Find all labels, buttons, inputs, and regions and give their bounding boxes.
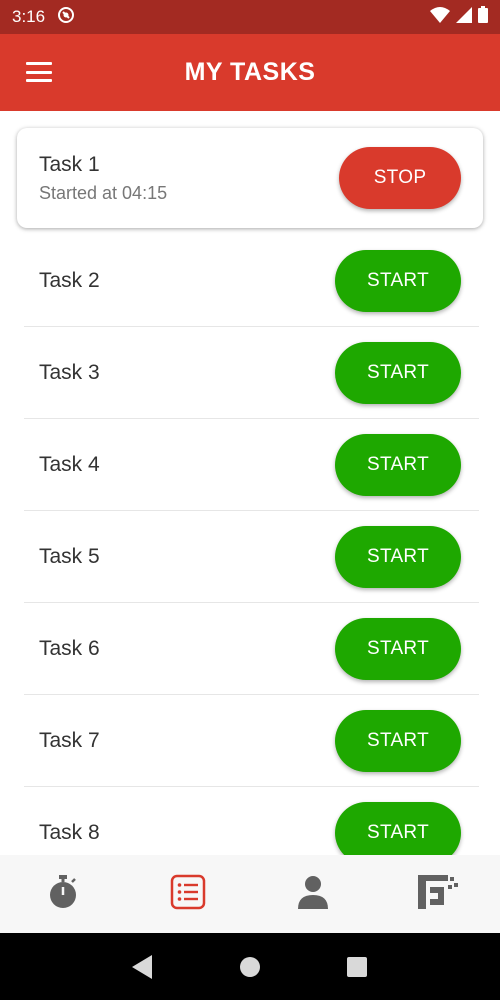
start-button[interactable]: START <box>335 802 461 855</box>
signal-icon <box>456 6 472 28</box>
task-name: Task 2 <box>39 269 100 292</box>
logo-icon <box>417 874 458 914</box>
nav-tasks[interactable] <box>125 855 250 933</box>
list-item: Task 3 START <box>24 327 479 419</box>
list-item: Task 6 START <box>24 603 479 695</box>
battery-icon <box>478 6 488 28</box>
nav-timer[interactable] <box>0 855 125 933</box>
app-bar: MY TASKS <box>0 34 500 111</box>
task-name: Task 4 <box>39 453 100 476</box>
bottom-nav <box>0 855 500 933</box>
list-item: Task 8 START <box>24 787 479 855</box>
task-name: Task 5 <box>39 545 100 568</box>
list-item: Task 7 START <box>24 695 479 787</box>
back-icon[interactable] <box>123 947 163 987</box>
person-icon <box>297 875 329 914</box>
start-button[interactable]: START <box>335 526 461 588</box>
start-button[interactable]: START <box>335 250 461 312</box>
task-name: Task 6 <box>39 637 100 660</box>
page-title: MY TASKS <box>184 58 316 86</box>
recents-icon[interactable] <box>337 947 377 987</box>
task-name: Task 1 <box>39 152 100 176</box>
list-item: Task 4 START <box>24 419 479 511</box>
start-button[interactable]: START <box>335 710 461 772</box>
active-task-card: Task 1 Started at 04:15 STOP <box>17 128 483 228</box>
task-list-icon <box>170 874 206 915</box>
task-start-time: Started at 04:15 <box>39 182 168 203</box>
task-name: Task 8 <box>39 821 100 844</box>
menu-icon[interactable] <box>26 62 52 82</box>
system-nav-bar <box>0 933 500 1000</box>
status-bar: 3:16 <box>0 0 500 34</box>
start-button[interactable]: START <box>335 342 461 404</box>
start-button[interactable]: START <box>335 434 461 496</box>
nav-profile[interactable] <box>250 855 375 933</box>
stop-button[interactable]: STOP <box>339 147 461 209</box>
list-item: Task 5 START <box>24 511 479 603</box>
nav-logo[interactable] <box>375 855 500 933</box>
task-name: Task 3 <box>39 361 100 384</box>
stopwatch-icon <box>48 874 78 914</box>
list-item: Task 2 START <box>24 235 479 327</box>
at-sign-icon <box>57 6 75 29</box>
task-list[interactable]: Task 1 Started at 04:15 STOP Task 2 STAR… <box>0 111 500 855</box>
task-name: Task 7 <box>39 729 100 752</box>
wifi-icon <box>430 6 450 28</box>
start-button[interactable]: START <box>335 618 461 680</box>
home-icon[interactable] <box>230 947 270 987</box>
status-time: 3:16 <box>12 7 46 26</box>
